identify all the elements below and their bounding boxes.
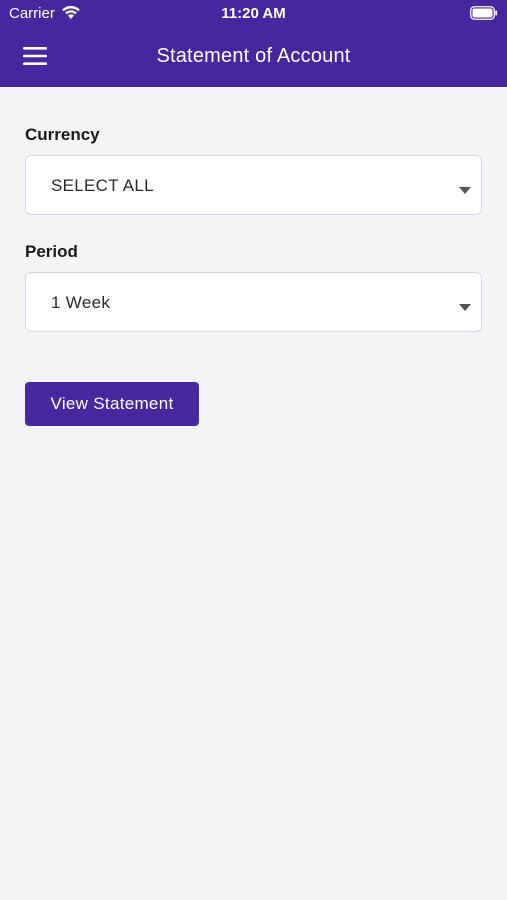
currency-select[interactable]: SELECT ALL (25, 155, 482, 215)
app-header: Carrier 11:20 AM Statement of Account (0, 0, 507, 87)
currency-selected-value: SELECT ALL (51, 176, 154, 195)
view-statement-button[interactable]: View Statement (25, 382, 199, 426)
chevron-down-icon (459, 299, 471, 311)
status-bar: Carrier 11:20 AM (0, 0, 507, 28)
battery-icon (470, 6, 498, 20)
period-label: Period (25, 242, 78, 261)
period-select[interactable]: 1 Week (25, 272, 482, 332)
app-screen: Carrier 11:20 AM Statement of Account Cu… (0, 0, 507, 900)
page-title: Statement of Account (156, 45, 351, 67)
chevron-down-icon (459, 182, 471, 194)
period-selected-value: 1 Week (51, 293, 111, 312)
currency-label: Currency (25, 125, 100, 144)
clock-time: 11:20 AM (221, 5, 286, 22)
